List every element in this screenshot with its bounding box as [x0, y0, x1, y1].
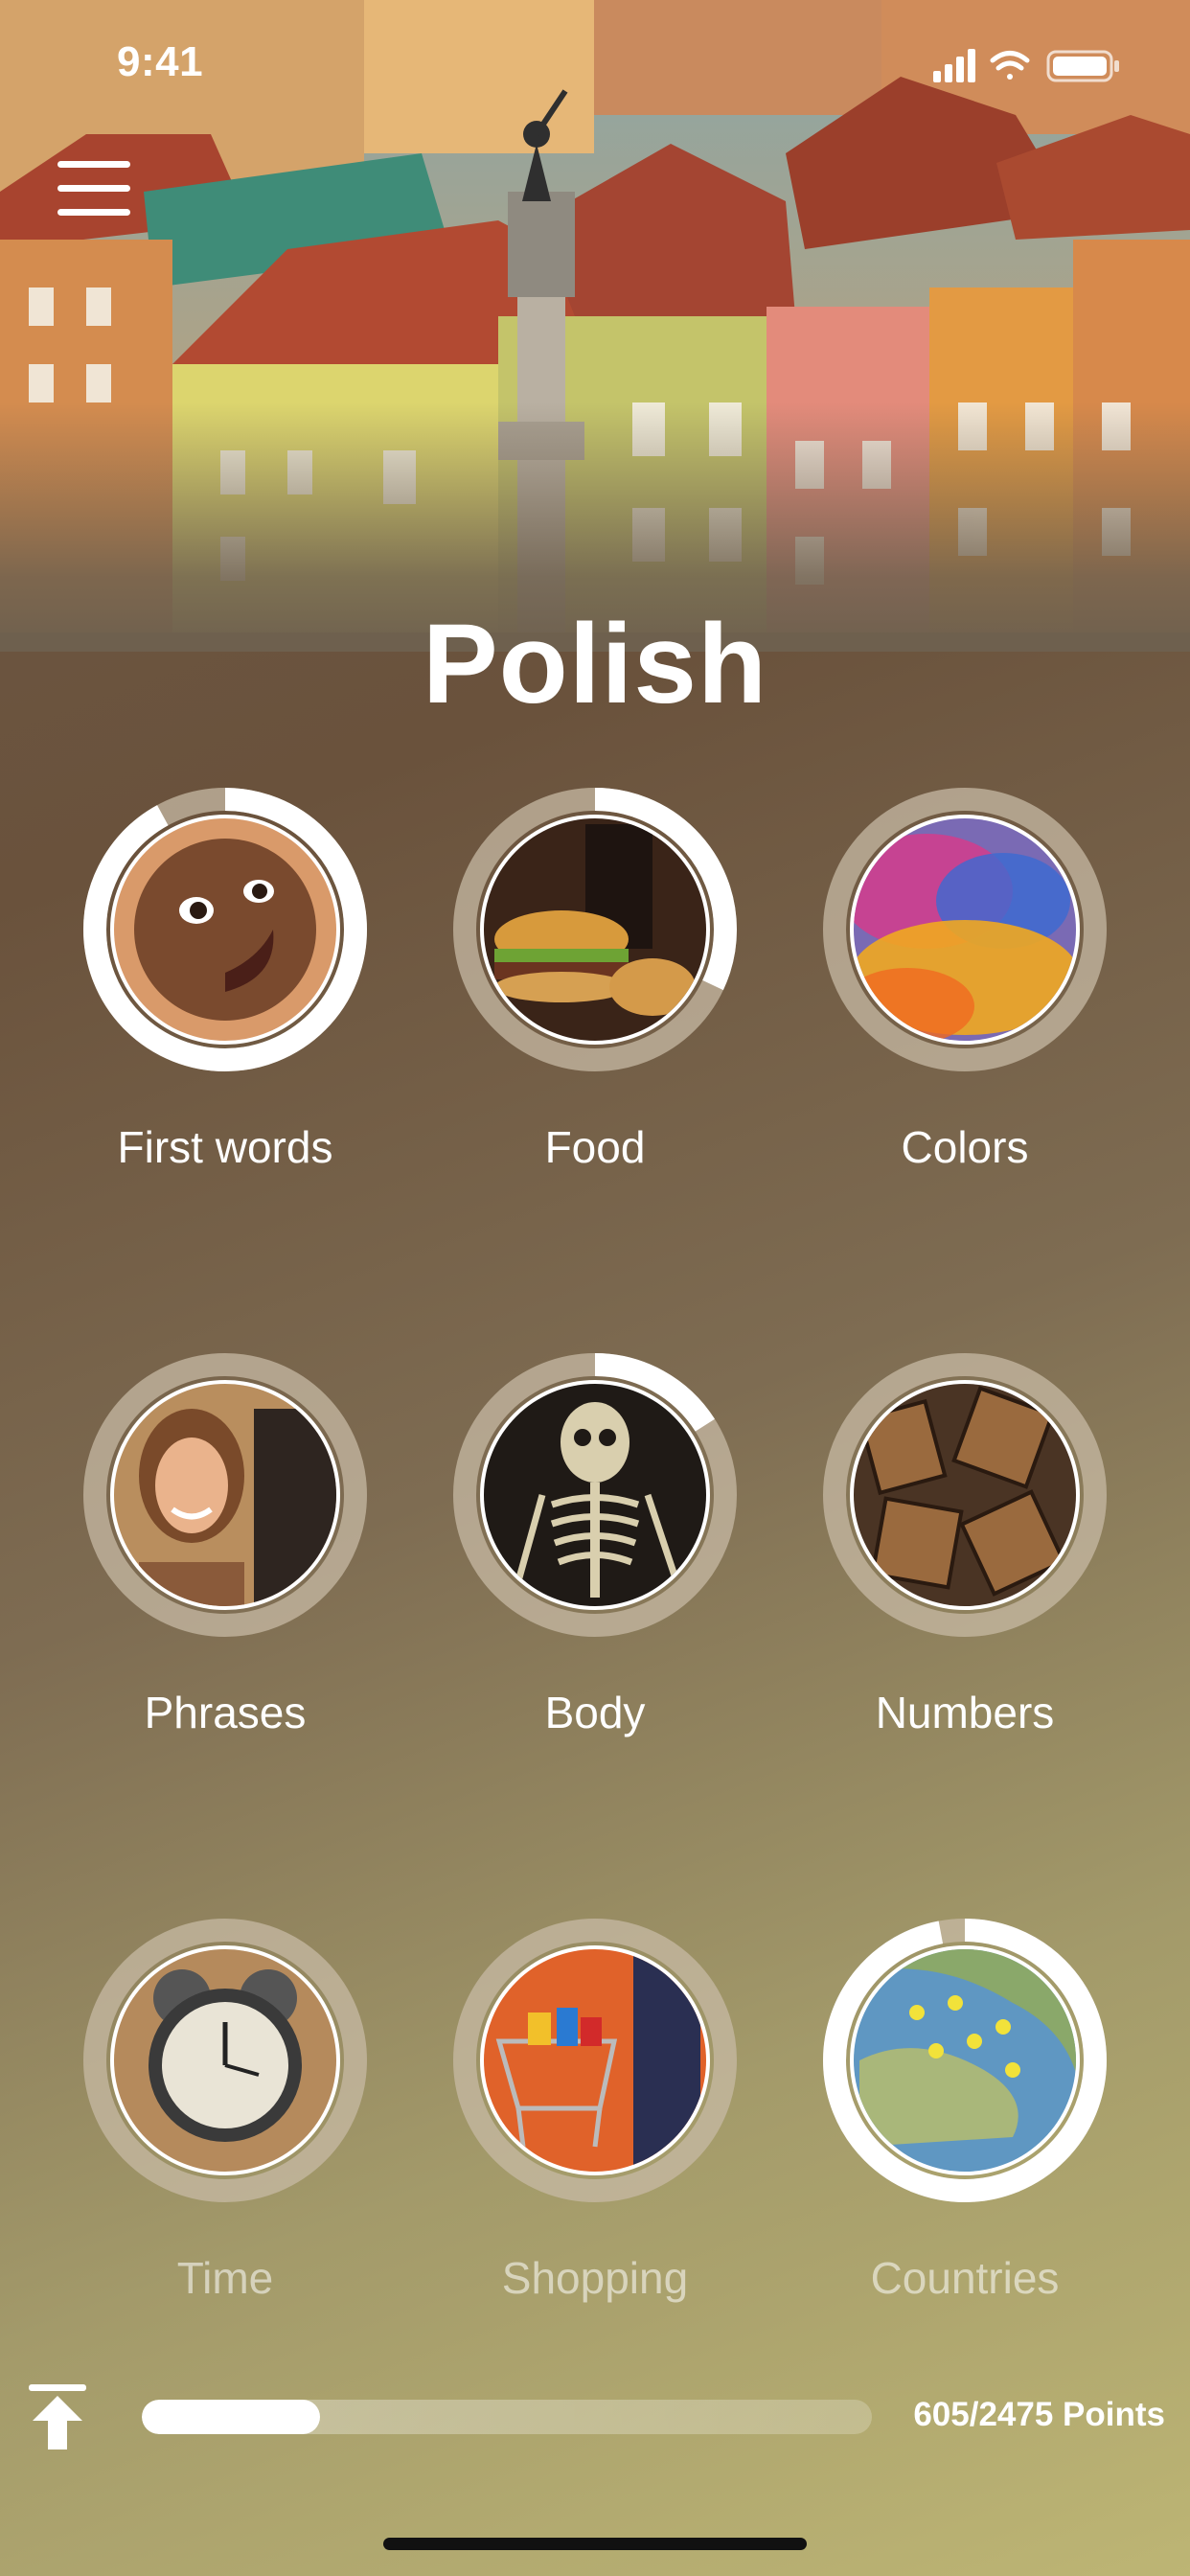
- points-text: 605/2475 Points: [913, 2396, 1165, 2433]
- wifi-icon: [990, 51, 1030, 80]
- menu-bar: [57, 161, 130, 168]
- topic-label: Shopping: [501, 2253, 689, 2303]
- topic-time[interactable]: Time: [53, 1917, 398, 2358]
- menu-bar: [57, 209, 130, 216]
- topic-ring: [83, 1919, 367, 2202]
- app-screen: 9:41 Polish First words Food Colors Phra…: [0, 0, 1190, 2576]
- points-progress-bar: [142, 2400, 872, 2434]
- topic-ring: [453, 788, 737, 1071]
- topic-label: Time: [176, 2253, 274, 2303]
- topic-label: Phrases: [144, 1688, 307, 1737]
- topic-phrases[interactable]: Phrases: [53, 1351, 398, 1792]
- topic-colors[interactable]: Colors: [792, 786, 1137, 1227]
- topic-ring: [83, 788, 367, 1071]
- topic-food[interactable]: Food: [423, 786, 767, 1227]
- topic-numbers[interactable]: Numbers: [792, 1351, 1137, 1792]
- signal-icon: [933, 49, 975, 82]
- topic-label: Food: [544, 1122, 646, 1172]
- page-title: Polish: [422, 601, 768, 727]
- topic-label: Colors: [901, 1122, 1029, 1172]
- home-indicator[interactable]: [383, 2538, 807, 2550]
- skeleton-image: [480, 1380, 710, 1610]
- alarm-clock-image: [110, 1945, 340, 2175]
- topic-ring: [453, 1919, 737, 2202]
- status-time: 9:41: [117, 38, 204, 85]
- points-footer: 605/2475 Points: [0, 2377, 1190, 2472]
- topic-label: First words: [117, 1122, 333, 1172]
- arrow-up-bar-icon: [29, 2384, 86, 2450]
- topic-ring: [823, 788, 1107, 1071]
- points-progress-fill: [142, 2400, 321, 2434]
- topic-label: Numbers: [875, 1688, 1055, 1737]
- scroll-to-top-button[interactable]: [27, 2382, 88, 2451]
- topic-label: Countries: [870, 2253, 1060, 2303]
- topic-shopping[interactable]: Shopping: [423, 1917, 767, 2358]
- baby-face-image: [110, 815, 340, 1045]
- topic-ring: [453, 1353, 737, 1637]
- status-bar: 9:41: [0, 0, 1190, 125]
- menu-icon[interactable]: [56, 161, 134, 217]
- wooden-numbers-image: [850, 1380, 1080, 1610]
- topic-label: Body: [544, 1688, 646, 1737]
- topic-first-words[interactable]: First words: [53, 786, 398, 1227]
- burger-fries-image: [480, 815, 710, 1045]
- topic-countries[interactable]: Countries: [792, 1917, 1137, 2358]
- battery-icon: [1046, 50, 1119, 82]
- map-pins-image: [850, 1945, 1080, 2175]
- status-icons: [933, 46, 1125, 89]
- topic-ring: [823, 1919, 1107, 2202]
- topic-body[interactable]: Body: [423, 1351, 767, 1792]
- menu-bar: [57, 185, 130, 192]
- topic-ring: [83, 1353, 367, 1637]
- topic-ring: [823, 1353, 1107, 1637]
